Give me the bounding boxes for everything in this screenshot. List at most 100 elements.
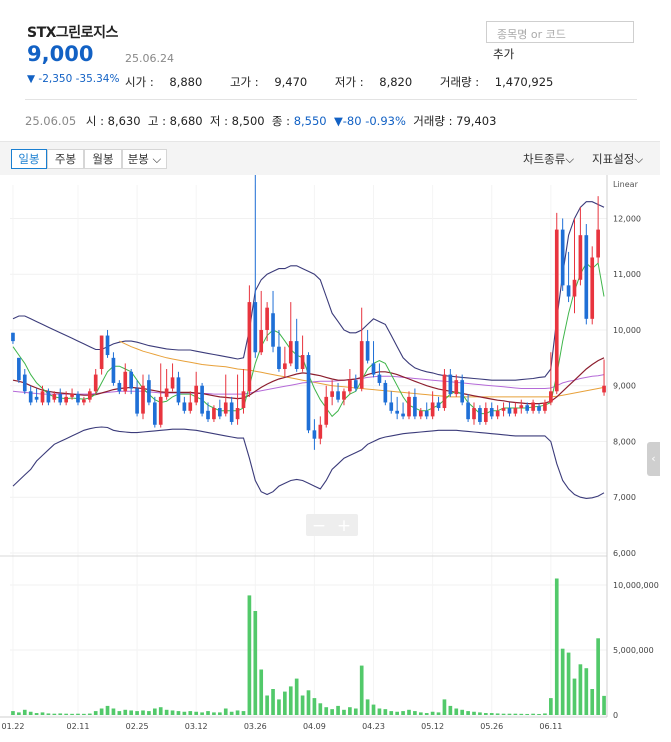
volume-bar — [34, 713, 39, 715]
volume-quote: 거래량 : 1,470,925 — [439, 75, 554, 89]
price-tick-label: 12,000 — [613, 214, 641, 223]
volume-bar — [223, 708, 228, 715]
price-tick-label: 9,000 — [613, 382, 636, 391]
volume-bar — [472, 711, 476, 715]
volume-bar — [342, 709, 346, 715]
candle-body — [34, 396, 39, 400]
candle-body — [300, 355, 305, 369]
candle-body — [82, 399, 86, 403]
volume-bar — [525, 713, 530, 715]
indicator-settings-menu[interactable]: 지표설정⌵ — [592, 151, 643, 167]
candle-body — [28, 391, 33, 403]
candle-body — [507, 408, 512, 414]
volume-bar — [17, 712, 21, 715]
volume-bar — [584, 668, 589, 715]
price-chart[interactable]: Linear 12,000 11,000 10,000 9,000 8,000 7,000 6… — [0, 175, 660, 742]
volume-bar — [383, 709, 388, 715]
volume-bar — [111, 708, 116, 715]
candle-body — [543, 402, 547, 411]
volume-bar — [424, 713, 429, 715]
volume-bar — [324, 707, 329, 715]
x-tick-label: 03.26 — [244, 722, 267, 731]
volume-bar — [117, 711, 122, 715]
candle-body — [306, 355, 311, 431]
stock-search-input[interactable]: 종목명 or 코드 — [486, 21, 634, 43]
volume-bar — [312, 698, 317, 715]
candle-body — [229, 402, 234, 422]
tab-daily[interactable]: 일봉 — [11, 149, 47, 169]
x-tick-label: 06.11 — [539, 722, 562, 731]
price-tick-label: 10,000 — [613, 326, 641, 335]
volume-bar — [537, 713, 541, 715]
chart-toolbar: 일봉 주봉 월봉 분봉 ⌵ 차트종류⌵ 지표설정⌵ — [0, 141, 660, 175]
volume-bar — [371, 704, 376, 715]
volume-bar — [554, 578, 559, 715]
candle-body — [200, 385, 204, 414]
tab-weekly[interactable]: 주봉 — [47, 149, 84, 169]
candle-body — [383, 382, 388, 403]
candle-body — [371, 363, 376, 375]
candle-body — [288, 341, 293, 364]
candle-body — [64, 396, 68, 403]
chart-frame: STX그린로지스 9,000 25.06.24 ▼ -2,350 -35.34%… — [0, 0, 660, 742]
volume-tick-label: 5,000,000 — [613, 646, 654, 655]
volume-bar — [454, 708, 459, 715]
volume-bar — [253, 611, 258, 715]
volume-bar — [182, 711, 187, 715]
volume-bar — [353, 708, 358, 715]
candle-body — [212, 408, 216, 420]
volume-bar — [105, 705, 110, 715]
candle-body — [135, 388, 139, 414]
candle-body — [442, 374, 447, 409]
zoom-out-icon[interactable]: − — [312, 516, 326, 536]
candle-body — [513, 408, 518, 414]
chart-type-menu[interactable]: 차트종류⌵ — [523, 151, 574, 167]
volume-bar — [294, 678, 299, 715]
price-tick-label: 7,000 — [613, 493, 636, 502]
volume-bar — [87, 713, 92, 715]
volume-bar — [241, 711, 246, 715]
volume-bar — [46, 713, 51, 715]
candle-body — [554, 229, 559, 392]
candle-body — [277, 346, 281, 369]
candle-body — [87, 391, 92, 400]
candle-body — [312, 430, 317, 439]
volume-bar — [348, 707, 352, 715]
volume-bar — [572, 678, 577, 715]
price-tick-label: 8,000 — [613, 437, 636, 446]
side-panel-toggle[interactable]: ‹ — [647, 442, 660, 476]
candle-body — [99, 335, 104, 369]
scale-label: Linear — [613, 180, 639, 189]
add-stock-button[interactable]: 추가 — [493, 46, 514, 62]
volume-bar — [283, 691, 287, 715]
candle-body — [348, 380, 352, 392]
candle-body — [22, 374, 27, 392]
volume-bar — [519, 713, 524, 715]
volume-bar — [265, 695, 269, 715]
candle-body — [389, 402, 394, 411]
volume-bar — [200, 712, 204, 715]
candle-body — [294, 341, 299, 369]
candle-body — [448, 374, 453, 395]
candle-body — [265, 307, 269, 330]
x-tick-label: 05.26 — [480, 722, 503, 731]
x-tick-label: 05.12 — [421, 722, 444, 731]
volume-bar — [82, 713, 86, 715]
volume-bar — [22, 709, 27, 715]
tab-monthly[interactable]: 월봉 — [84, 149, 122, 169]
volume-bar — [489, 713, 494, 715]
volume-bar — [330, 709, 334, 715]
candle-body — [152, 402, 157, 425]
volume-bar — [418, 712, 423, 715]
candle-body — [531, 402, 535, 411]
candle-body — [336, 391, 340, 400]
current-price: 9,000 — [27, 42, 94, 66]
tab-minute[interactable]: 분봉 ⌵ — [122, 149, 167, 169]
header-divider — [25, 99, 637, 100]
volume-bar — [478, 712, 482, 715]
candle-body — [111, 357, 116, 383]
zoom-in-icon[interactable]: + — [337, 516, 351, 536]
candle-body — [330, 391, 334, 397]
candle-body — [52, 394, 57, 400]
candle-body — [253, 302, 258, 353]
